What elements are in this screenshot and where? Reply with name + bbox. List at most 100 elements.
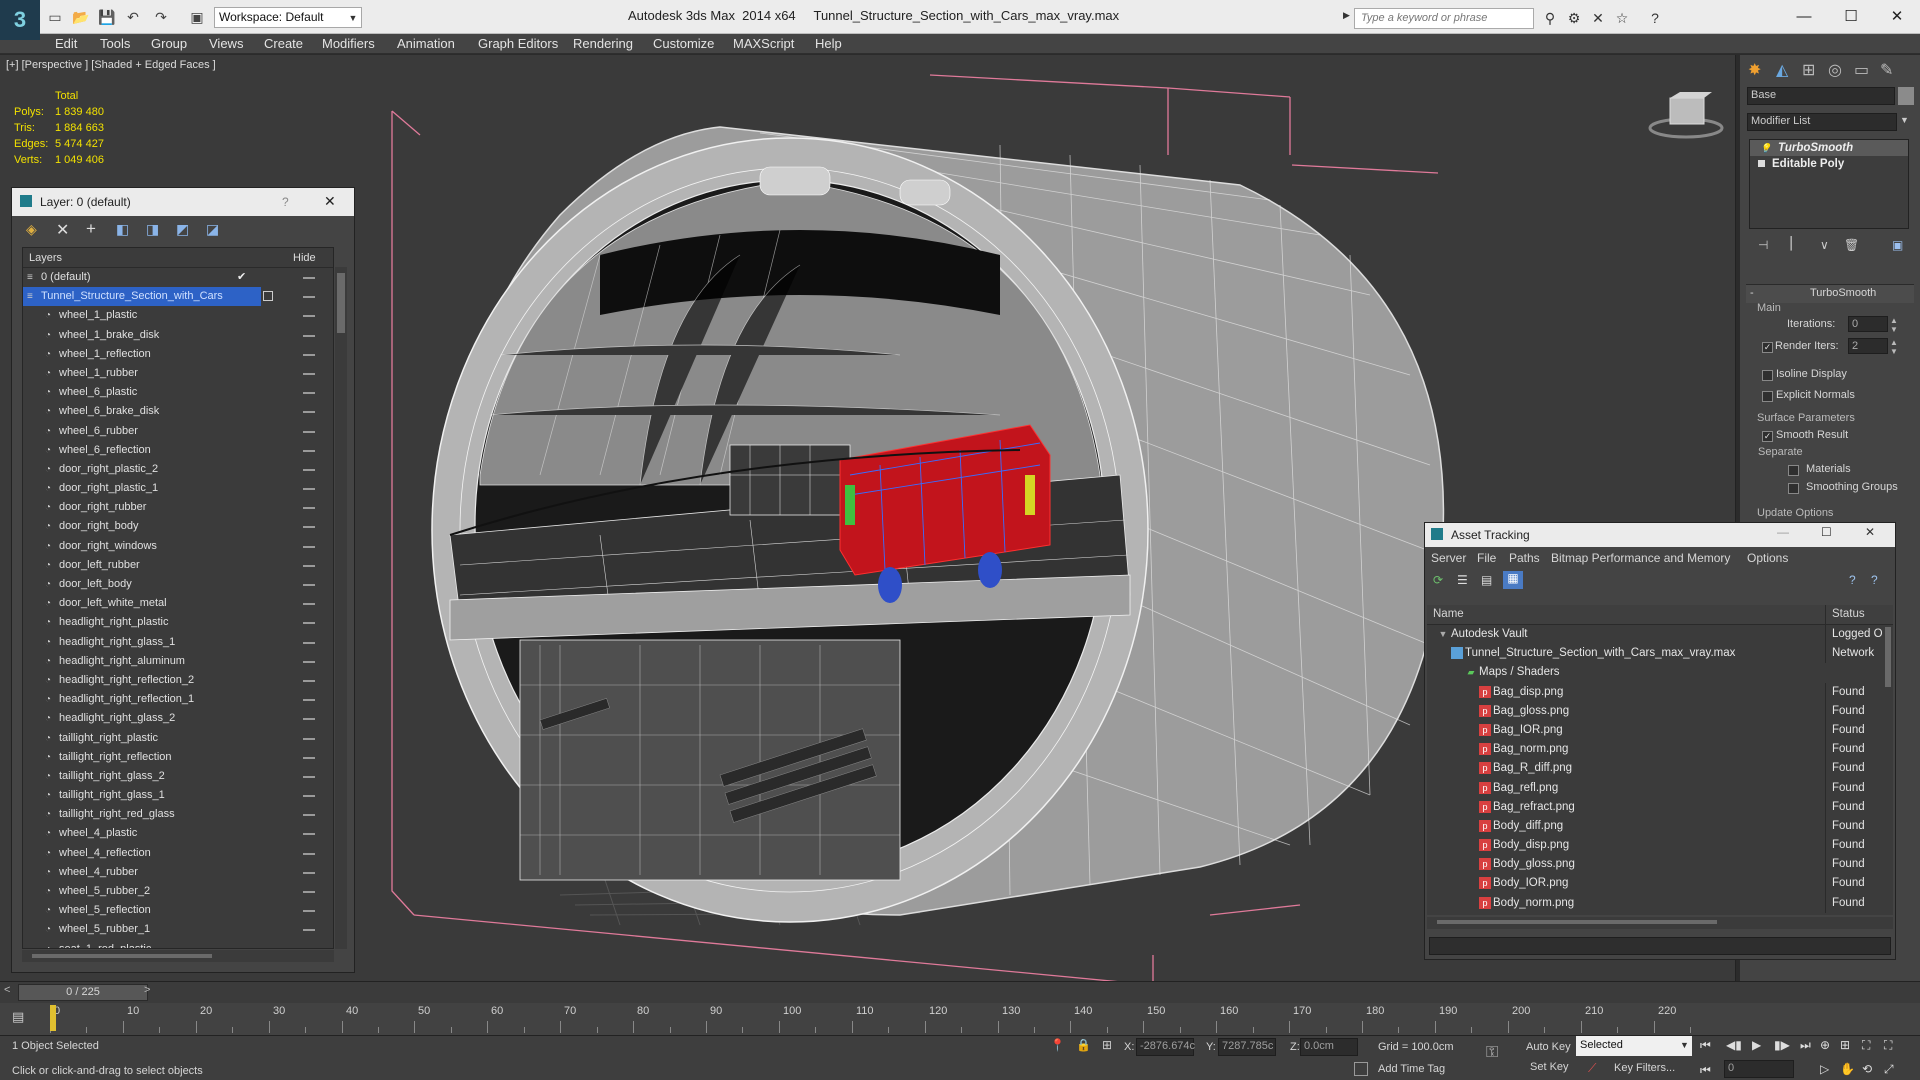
save-icon[interactable]: 💾 xyxy=(96,7,118,27)
asset-row[interactable]: p Bag_disp.png Found xyxy=(1427,682,1883,702)
orbit-icon[interactable]: ⟲ xyxy=(1862,1062,1872,1076)
close-icon[interactable]: ✕ xyxy=(1876,4,1918,28)
hide-toggle[interactable] xyxy=(303,814,315,817)
menu-views[interactable]: Views xyxy=(209,34,243,54)
hide-toggle[interactable] xyxy=(303,545,315,548)
asset-window-titlebar[interactable]: Asset Tracking — ☐ ✕ xyxy=(1425,523,1895,547)
stack-item-editable-poly[interactable]: Editable Poly xyxy=(1750,156,1908,172)
set-key-mode-icon[interactable]: ⚿ xyxy=(1486,1044,1498,1062)
hide-toggle[interactable] xyxy=(303,392,315,395)
time-tag-icon[interactable] xyxy=(1354,1062,1368,1076)
layer-object-row[interactable]: ◔ wheel_1_reflection xyxy=(23,345,333,364)
menu-help[interactable]: Help xyxy=(815,34,842,54)
hide-toggle[interactable] xyxy=(303,603,315,606)
render-iters-spinner[interactable]: 2 xyxy=(1848,338,1888,354)
stack-expand-icon[interactable] xyxy=(1758,160,1765,167)
asset-row[interactable]: Tunnel_Structure_Section_with_Cars_max_v… xyxy=(1427,644,1883,664)
layer-object-row[interactable]: ◔ wheel_5_rubber_2 xyxy=(23,882,333,901)
layer-object-row[interactable]: ◔ taillight_right_glass_2 xyxy=(23,767,333,786)
open-file-icon[interactable]: 📂 xyxy=(70,7,92,27)
asset-menu-server[interactable]: Server xyxy=(1431,551,1466,565)
favorites-star-icon[interactable]: ☆ xyxy=(1612,8,1632,28)
asset-scrollbar[interactable] xyxy=(1883,625,1893,915)
materials-checkbox[interactable] xyxy=(1788,463,1804,477)
frame-ruler[interactable]: 0 10 20 30 40 50 60 70 80 90 100 110 120 130 140 150 160… xyxy=(50,1003,1691,1035)
layer-object-row[interactable]: ◔ door_left_body xyxy=(23,575,333,594)
hide-toggle[interactable] xyxy=(303,353,315,356)
maximize-viewport-icon[interactable]: ⤢ xyxy=(1884,1062,1894,1077)
hide-toggle[interactable] xyxy=(303,315,315,318)
layer-hscrollbar[interactable] xyxy=(22,950,334,962)
binoculars-icon[interactable]: ⚲ xyxy=(1540,8,1560,28)
menu-modifiers[interactable]: Modifiers xyxy=(322,34,375,54)
layer-object-row[interactable]: ◔ headlight_right_plastic xyxy=(23,613,333,632)
layer-object-row[interactable]: ◔ wheel_5_rubber_1 xyxy=(23,920,333,939)
hide-toggle[interactable] xyxy=(303,622,315,625)
select-layer-icon[interactable]: ◧ xyxy=(116,221,129,238)
asset-row[interactable]: p Body_disp.png Found xyxy=(1427,836,1883,856)
menu-edit[interactable]: Edit xyxy=(55,34,77,54)
lock-selection-icon[interactable]: 🔒 xyxy=(1076,1038,1091,1052)
help-icon[interactable]: ? xyxy=(1849,573,1856,587)
search-input[interactable]: Type a keyword or phrase xyxy=(1354,8,1534,29)
hide-toggle[interactable] xyxy=(303,449,315,452)
time-slider[interactable]: < 0 / 225 > xyxy=(0,981,1920,1003)
hierarchy-tab-icon[interactable]: ⊞ xyxy=(1802,60,1815,80)
hide-toggle[interactable] xyxy=(303,468,315,471)
chevron-down-icon[interactable]: ▼ xyxy=(346,8,360,27)
rollout-turbosmooth[interactable]: - TurboSmooth xyxy=(1746,285,1914,303)
minimize-icon[interactable]: — xyxy=(1783,4,1825,28)
layer-object-row[interactable]: ◔ wheel_6_plastic xyxy=(23,383,333,402)
maximize-icon[interactable]: ☐ xyxy=(1830,4,1872,28)
hide-toggle[interactable] xyxy=(303,411,315,414)
lightbulb-icon[interactable]: 💡 xyxy=(1760,140,1771,156)
freeze-all-layers-icon[interactable]: ◪ xyxy=(206,221,219,238)
isolate-selection-icon[interactable]: 📍 xyxy=(1050,1038,1065,1052)
asset-row[interactable]: p Bag_norm.png Found xyxy=(1427,740,1883,760)
layer-object-row[interactable]: ◔ taillight_right_red_glass xyxy=(23,805,333,824)
zoom-extents-icon[interactable]: ⛶ xyxy=(1862,1038,1870,1053)
time-slider-thumb[interactable]: 0 / 225 xyxy=(18,984,148,1001)
layer-object-row[interactable]: ◔ wheel_1_rubber xyxy=(23,364,333,383)
menu-graph-editors[interactable]: Graph Editors xyxy=(478,34,558,54)
stack-item-turbosmooth[interactable]: 💡 TurboSmooth xyxy=(1750,140,1908,156)
layer-object-row[interactable]: ◔ taillight_right_reflection xyxy=(23,748,333,767)
layer-object-row[interactable]: ◔ headlight_right_aluminum xyxy=(23,652,333,671)
hide-toggle[interactable] xyxy=(303,775,315,778)
add-time-tag[interactable]: Add Time Tag xyxy=(1378,1063,1445,1075)
layer-object-row[interactable]: ◔ headlight_right_reflection_2 xyxy=(23,671,333,690)
asset-row[interactable]: ▰ Maps / Shaders xyxy=(1427,663,1883,682)
y-coordinate-field[interactable]: 7287.785c xyxy=(1218,1038,1276,1056)
hide-toggle[interactable] xyxy=(303,488,315,491)
selection-set-dropdown[interactable]: Selected xyxy=(1576,1036,1692,1056)
prev-frame-icon[interactable]: ◀▮ xyxy=(1726,1038,1742,1052)
hide-toggle[interactable] xyxy=(303,334,315,337)
layer-object-row[interactable]: ◔seat_1_red_plastic xyxy=(23,940,333,948)
asset-row[interactable]: p Bag_IOR.png Found xyxy=(1427,720,1883,741)
spinner-arrows-icon[interactable]: ▲ ▼ xyxy=(1890,338,1898,356)
layer-object-row[interactable]: ◔ wheel_6_reflection xyxy=(23,441,333,460)
layer-object-row[interactable]: ◔ wheel_1_brake_disk xyxy=(23,326,333,345)
maximize-icon[interactable]: ☐ xyxy=(1821,525,1832,539)
menu-group[interactable]: Group xyxy=(151,34,187,54)
object-color-swatch[interactable] xyxy=(1898,87,1914,105)
asset-menu-paths[interactable]: Paths xyxy=(1509,551,1540,565)
app-logo[interactable]: 3 xyxy=(0,0,40,40)
delete-layer-icon[interactable]: ✕ xyxy=(56,220,69,240)
object-name-field[interactable]: Base xyxy=(1747,87,1895,105)
hide-toggle[interactable] xyxy=(303,641,315,644)
hide-toggle[interactable] xyxy=(303,910,315,913)
highlight-layer-icon[interactable]: ◨ xyxy=(146,221,159,238)
key-icon[interactable]: ⟋ xyxy=(1588,1061,1596,1076)
hide-toggle[interactable] xyxy=(303,756,315,759)
layer-object-row[interactable]: ◔ headlight_right_glass_2 xyxy=(23,709,333,728)
asset-row[interactable]: ▼ Autodesk Vault Logged O xyxy=(1427,625,1883,645)
current-layer-box-icon[interactable] xyxy=(263,291,273,302)
menu-animation[interactable]: Animation xyxy=(397,34,455,54)
make-unique-icon[interactable]: ∨ xyxy=(1820,238,1829,252)
new-file-icon[interactable]: ▭ xyxy=(44,7,66,27)
refresh-icon[interactable]: ⟳ xyxy=(1433,573,1443,587)
hide-toggle[interactable] xyxy=(303,372,315,375)
asset-row[interactable]: p Body_IOR.png Found xyxy=(1427,874,1883,894)
auto-key-button[interactable]: Auto Key xyxy=(1526,1041,1571,1053)
